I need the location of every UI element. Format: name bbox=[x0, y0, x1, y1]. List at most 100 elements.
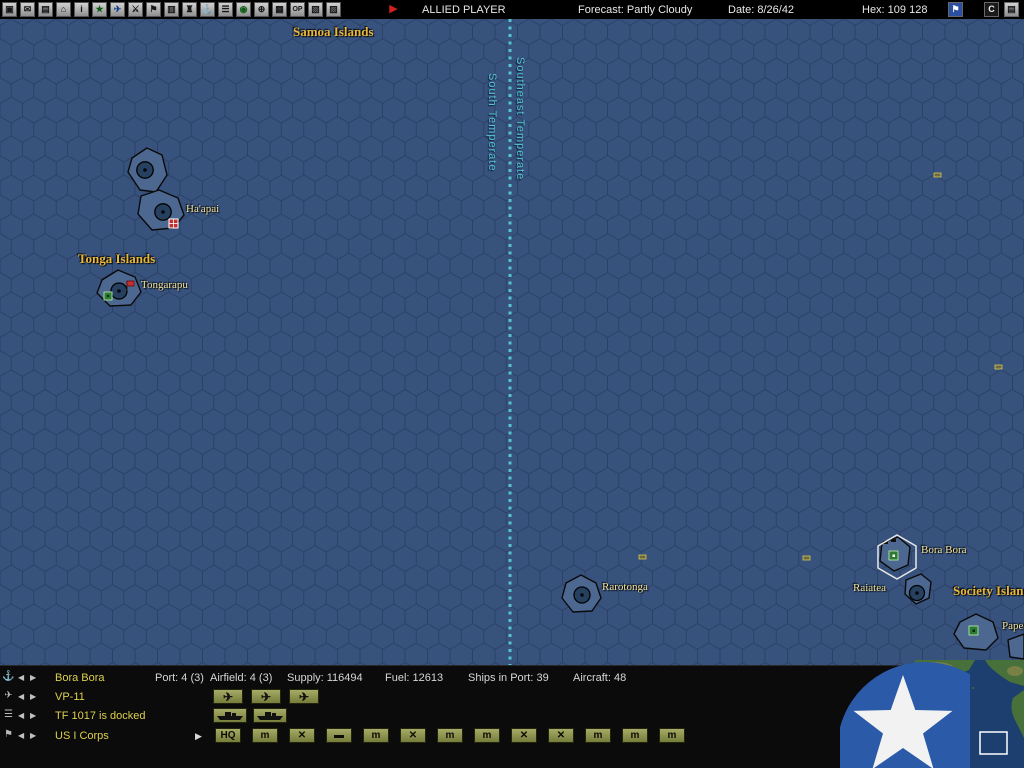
place-label-tongarapu: Tongarapu bbox=[141, 279, 188, 291]
ground-unit-counter[interactable]: m bbox=[622, 728, 648, 743]
atoll-markers[interactable] bbox=[638, 172, 1003, 561]
fuel-stat: Fuel: 12613 bbox=[385, 672, 444, 684]
australia-landmass bbox=[932, 711, 958, 729]
place-label-rarotonga: Rarotonga bbox=[602, 581, 648, 593]
ground-unit-counter[interactable]: ✕ bbox=[289, 728, 315, 743]
zone-label-southeast-temperate: Southeast Temperate bbox=[514, 57, 526, 181]
base-info-row: ◀ ▶ Bora Bora Port: 4 (3) Airfield: 4 (3… bbox=[0, 670, 912, 688]
toolbar-icons: ▣ ✉ ▤ ⌂ i ★ ✈ ⚔ ⚑ ▥ ♜ ⚓ ☰ ◉ ⊕ ▦ OP ▧ ▨ ▶ bbox=[2, 2, 401, 17]
prev-base-button[interactable]: ◀ bbox=[18, 673, 24, 682]
prev-ground-button[interactable]: ◀ bbox=[18, 731, 24, 740]
aircraft-unit-counter[interactable]: ✈ bbox=[213, 689, 243, 704]
prev-airgroup-button[interactable]: ◀ bbox=[18, 692, 24, 701]
objectives-flag-icon[interactable]: ⚑ bbox=[146, 2, 161, 17]
combat-icon[interactable]: ⚔ bbox=[128, 2, 143, 17]
ground-unit-counter[interactable]: ✕ bbox=[400, 728, 426, 743]
allied-flag-icon[interactable]: ⚑ bbox=[948, 2, 963, 17]
operations-icon[interactable]: OP bbox=[290, 2, 305, 17]
victory-star-icon[interactable]: ★ bbox=[92, 2, 107, 17]
rarotonga-island-group[interactable] bbox=[561, 574, 602, 613]
expand-units-arrow[interactable]: ▶ bbox=[195, 731, 202, 742]
reports-icon[interactable]: ▥ bbox=[164, 2, 179, 17]
air-group-name[interactable]: VP-11 bbox=[55, 691, 85, 703]
port-icon bbox=[103, 291, 113, 301]
next-tf-button[interactable]: ▶ bbox=[30, 711, 36, 720]
ground-unit-counter[interactable]: m bbox=[474, 728, 500, 743]
zone-label-south-temperate: South Temperate bbox=[486, 73, 498, 172]
info-icon[interactable]: i bbox=[74, 2, 89, 17]
port-icon bbox=[968, 625, 979, 636]
plane-silhouette-icon: ✈ bbox=[298, 689, 310, 704]
save-icon[interactable]: ▤ bbox=[38, 2, 53, 17]
ground-unit-counter[interactable]: m bbox=[659, 728, 685, 743]
ship-marker-icon bbox=[891, 539, 896, 542]
player-label: ALLIED PLAYER bbox=[422, 4, 506, 16]
ground-unit-counter[interactable]: ✕ bbox=[511, 728, 537, 743]
info-panel: ⚓ ✈ ☰ ⚑ ◀ ▶ Bora Bora Port: 4 (3) Airfie… bbox=[0, 665, 1024, 768]
base-name[interactable]: Bora Bora bbox=[55, 672, 105, 684]
ground-unit-counter[interactable]: m bbox=[437, 728, 463, 743]
ground-unit-counter[interactable]: ▬ bbox=[326, 728, 352, 743]
bora-bora-island-group[interactable] bbox=[877, 534, 917, 580]
region-label-samoa: Samoa Islands bbox=[293, 24, 374, 39]
globe-icon[interactable]: ◉ bbox=[236, 2, 251, 17]
map-shade-icon[interactable]: ▧ bbox=[308, 2, 323, 17]
port-stat: Port: 4 (3) bbox=[155, 672, 204, 684]
ship-unit-counter[interactable] bbox=[213, 708, 247, 723]
next-base-button[interactable]: ▶ bbox=[30, 673, 36, 682]
region-label-tonga: Tonga Islands bbox=[78, 251, 156, 266]
aircraft-unit-counter[interactable]: ✈ bbox=[289, 689, 319, 704]
end-turn-arrow-icon[interactable]: ▶ bbox=[386, 2, 401, 17]
ground-unit-counter[interactable]: HQ bbox=[215, 728, 241, 743]
naval-ops-icon[interactable]: ⚓ bbox=[200, 2, 215, 17]
place-label-haapai: Ha'apai bbox=[186, 203, 220, 215]
ground-unit-counter[interactable]: ✕ bbox=[548, 728, 574, 743]
grid-icon[interactable]: ▦ bbox=[272, 2, 287, 17]
place-label-bora-bora: Bora Bora bbox=[921, 544, 967, 556]
map-features[interactable] bbox=[0, 19, 1024, 665]
air-group-row: ◀ ▶ VP-11 ✈ ✈ ✈ bbox=[0, 689, 912, 707]
ground-unit-counter[interactable]: m bbox=[363, 728, 389, 743]
home-icon[interactable]: ⌂ bbox=[56, 2, 71, 17]
menu-icon[interactable]: ▣ bbox=[2, 2, 17, 17]
region-label-society: Society Islands bbox=[953, 583, 1024, 598]
raiatea-island-group[interactable] bbox=[904, 573, 932, 605]
ground-unit-counter[interactable]: m bbox=[585, 728, 611, 743]
world-icon[interactable]: ⊕ bbox=[254, 2, 269, 17]
ground-unit-name[interactable]: US I Corps bbox=[55, 730, 109, 742]
ground-unit-counter[interactable]: m bbox=[252, 728, 278, 743]
new-zealand bbox=[957, 736, 961, 744]
ship-unit-counter[interactable] bbox=[253, 708, 287, 723]
aircraft-unit-counter[interactable]: ✈ bbox=[251, 689, 281, 704]
next-airgroup-button[interactable]: ▶ bbox=[30, 692, 36, 701]
prev-tf-button[interactable]: ◀ bbox=[18, 711, 24, 720]
ground-unit-row: ◀ ▶ US I Corps ▶ HQ m ✕ ▬ m ✕ m m ✕ ✕ m … bbox=[0, 728, 912, 746]
pacific-overview-minimap[interactable] bbox=[915, 660, 1024, 768]
date-label: Date: 8/26/42 bbox=[728, 4, 795, 16]
task-force-row: ◀ ▶ TF 1017 is docked bbox=[0, 708, 912, 726]
haapai-island-group[interactable] bbox=[127, 147, 185, 231]
enemy-marker-icon[interactable] bbox=[168, 218, 179, 229]
combat-replay-button[interactable]: C bbox=[984, 2, 999, 17]
map-layers-icon[interactable]: ▨ bbox=[326, 2, 341, 17]
ship-silhouette-icon bbox=[257, 712, 283, 720]
orders-list-icon[interactable]: ☰ bbox=[218, 2, 233, 17]
intel-icon[interactable]: ♜ bbox=[182, 2, 197, 17]
air-ops-icon[interactable]: ✈ bbox=[110, 2, 125, 17]
ships-in-port-stat: Ships in Port: 39 bbox=[468, 672, 549, 684]
task-force-status[interactable]: TF 1017 is docked bbox=[55, 710, 146, 722]
hex-coordinates-readout: Hex: 109 128 bbox=[862, 4, 928, 16]
aircraft-stat: Aircraft: 48 bbox=[573, 672, 627, 684]
hex-map[interactable]: Samoa Islands Ha'apai Tonga Islands Tong… bbox=[0, 19, 1024, 665]
place-label-raiatea: Raiatea bbox=[853, 582, 886, 594]
supply-stat: Supply: 116494 bbox=[287, 672, 363, 684]
plane-silhouette-icon: ✈ bbox=[222, 689, 234, 704]
mail-icon[interactable]: ✉ bbox=[20, 2, 35, 17]
next-ground-button[interactable]: ▶ bbox=[30, 731, 36, 740]
plane-silhouette-icon: ✈ bbox=[260, 689, 272, 704]
place-label-papeete: Papeete bbox=[1002, 620, 1024, 632]
top-menu-bar: ▣ ✉ ▤ ⌂ i ★ ✈ ⚔ ⚑ ▥ ♜ ⚓ ☰ ◉ ⊕ ▦ OP ▧ ▨ ▶… bbox=[0, 0, 1024, 19]
map-mode-button[interactable]: ▤ bbox=[1004, 2, 1019, 17]
forecast-label: Forecast: Partly Cloudy bbox=[578, 4, 693, 16]
tongarapu-island-group[interactable] bbox=[96, 269, 142, 307]
